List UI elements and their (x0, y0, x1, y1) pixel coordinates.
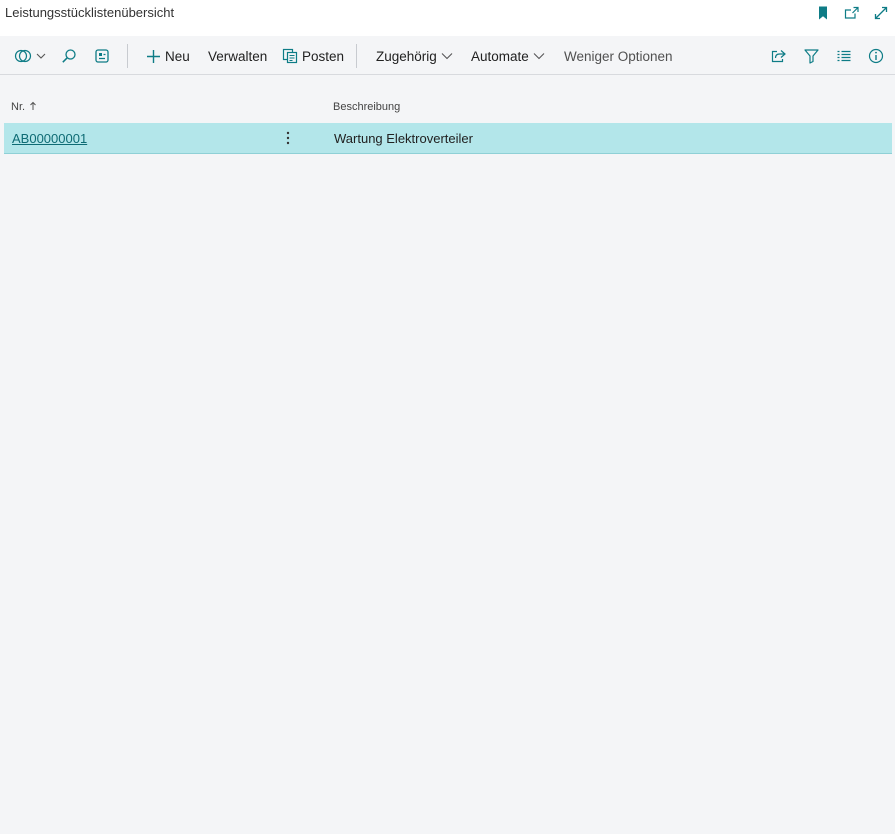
view-switcher-button[interactable] (14, 42, 46, 70)
page-title: Leistungsstücklistenübersicht (5, 5, 175, 20)
expand-button[interactable] (866, 0, 895, 26)
chevron-down-icon (36, 52, 46, 60)
filter-icon (804, 48, 819, 64)
toolbar-divider (127, 44, 128, 68)
chevron-down-icon (533, 52, 545, 60)
list-view-button[interactable] (836, 42, 852, 70)
column-header-label: Beschreibung (333, 101, 401, 113)
manage-button[interactable]: Verwalten (208, 42, 267, 70)
more-vertical-icon (286, 130, 290, 146)
automate-menu-button[interactable]: Automate (471, 42, 545, 70)
table-row[interactable]: AB00000001 Wartung Elektroverteiler (4, 123, 892, 154)
edit-list-button[interactable] (94, 42, 110, 70)
search-button[interactable] (61, 42, 77, 70)
info-button[interactable] (868, 42, 884, 70)
views-icon (14, 48, 32, 64)
share-icon (771, 48, 787, 64)
new-button[interactable]: Neu (146, 42, 190, 70)
row-number-link[interactable]: AB00000001 (12, 131, 87, 146)
column-header-no[interactable]: Nr. (11, 101, 37, 113)
column-header-description[interactable]: Beschreibung (333, 101, 400, 113)
sort-ascending-icon (29, 101, 37, 111)
chevron-down-icon (441, 52, 453, 60)
expand-icon (874, 6, 888, 20)
related-menu-label: Zugehörig (376, 48, 437, 64)
info-icon (868, 48, 884, 64)
row-actions-button[interactable] (280, 127, 296, 149)
action-bar: Neu Verwalten Posten Zugehörig Automate … (0, 38, 895, 75)
title-bar: Leistungsstücklistenübersicht (0, 0, 895, 36)
entries-button-label: Posten (302, 48, 345, 64)
share-button[interactable] (771, 42, 787, 70)
manage-button-label: Verwalten (208, 48, 268, 64)
entries-button[interactable]: Posten (282, 42, 344, 70)
toolbar-divider (356, 44, 357, 68)
plus-icon (146, 49, 161, 64)
list-view-icon (836, 49, 852, 63)
fewer-options-button[interactable]: Weniger Optionen (564, 42, 673, 70)
bookmark-icon (816, 5, 830, 21)
filter-button[interactable] (804, 42, 819, 70)
open-new-window-icon (844, 6, 860, 20)
open-new-window-button[interactable] (837, 0, 866, 26)
edit-list-icon (94, 48, 110, 64)
search-icon (61, 48, 77, 64)
row-description: Wartung Elektroverteiler (334, 131, 473, 146)
title-actions (808, 0, 895, 26)
automate-menu-label: Automate (471, 48, 529, 64)
bookmark-button[interactable] (808, 0, 837, 26)
related-menu-button[interactable]: Zugehörig (376, 42, 453, 70)
column-header-label: Nr. (11, 101, 26, 113)
ledger-entries-icon (282, 48, 298, 64)
new-button-label: Neu (165, 48, 190, 64)
fewer-options-label: Weniger Optionen (564, 48, 673, 64)
